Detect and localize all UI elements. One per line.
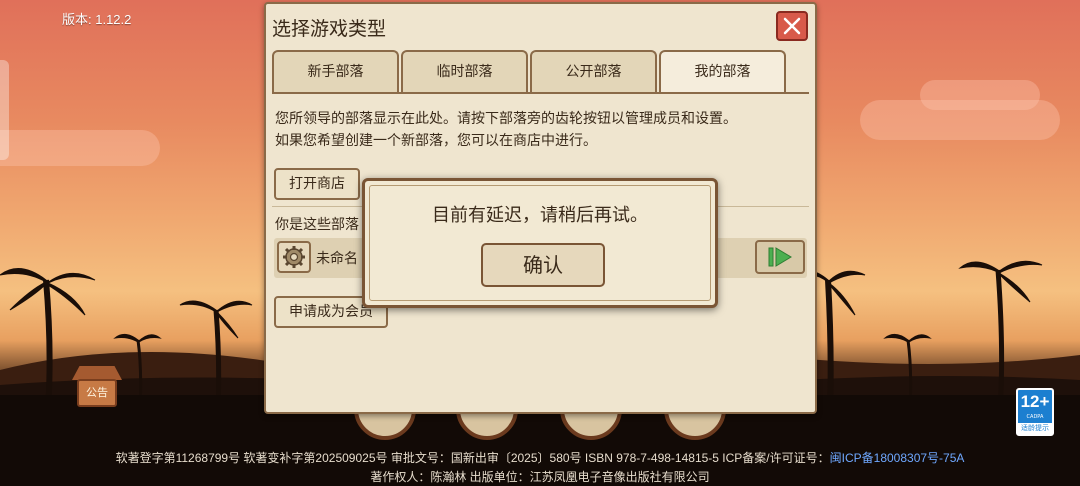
delay-alert-popup: 目前有延迟，请稍后再试。 确认: [362, 178, 718, 308]
dialog-title: 选择游戏类型: [272, 18, 387, 40]
play-icon: [768, 247, 792, 267]
member-section-label: 你是这些部落: [275, 217, 359, 233]
tab-newbie-tribe[interactable]: 新手部落: [272, 50, 399, 92]
gear-icon: [283, 246, 305, 268]
tribe-settings-button[interactable]: [277, 241, 311, 273]
footer-license-text: 软著登字第11268799号 软著变补字第202509025号 审批文号：国新出…: [115, 451, 830, 465]
description-text: 您所领导的部落显示在此处。请按下部落旁的齿轮按钮以管理成员和设置。 如果您希望创…: [275, 108, 737, 152]
tab-temporary-tribe[interactable]: 临时部落: [401, 50, 528, 92]
age-rating-badge[interactable]: 12+ CADPA 适龄提示: [1016, 388, 1054, 436]
notice-roof: [72, 366, 122, 380]
enter-tribe-button[interactable]: [755, 240, 805, 274]
age-rating-number: 12+: [1020, 392, 1050, 411]
cloud: [920, 80, 1040, 110]
icp-link[interactable]: 闽ICP备18008307号-75A: [830, 451, 965, 465]
footer-publisher-line: 著作权人：陈瀚林 出版单位：江苏凤凰电子音像出版社有限公司: [370, 470, 710, 484]
open-shop-button[interactable]: 打开商店: [274, 168, 360, 200]
popup-message: 目前有延迟，请稍后再试。: [432, 205, 648, 226]
age-rating-tip: 适龄提示: [1018, 423, 1052, 434]
cloud: [0, 130, 160, 166]
version-label: 版本: 1.12.2: [62, 12, 132, 27]
footer-license-line: 软著登字第11268799号 软著变补字第202509025号 审批文号：国新出…: [0, 449, 1080, 466]
palm-trees-right: [810, 260, 1043, 410]
description-line: 如果您希望创建一个新部落，您可以在商店中进行。: [275, 133, 597, 149]
side-drawer-handle[interactable]: [0, 60, 9, 160]
tab-my-tribe[interactable]: 我的部落: [659, 50, 786, 94]
close-icon: [783, 17, 801, 35]
age-rating-org: CADPA: [1026, 414, 1044, 420]
tribe-name: 未命名: [316, 251, 358, 267]
description-line: 您所领导的部落显示在此处。请按下部落旁的齿轮按钮以管理成员和设置。: [275, 111, 737, 127]
tab-public-tribe[interactable]: 公开部落: [530, 50, 657, 92]
palm-trees-left: [0, 268, 253, 410]
confirm-button[interactable]: 确认: [481, 243, 605, 287]
close-button[interactable]: [776, 11, 808, 41]
